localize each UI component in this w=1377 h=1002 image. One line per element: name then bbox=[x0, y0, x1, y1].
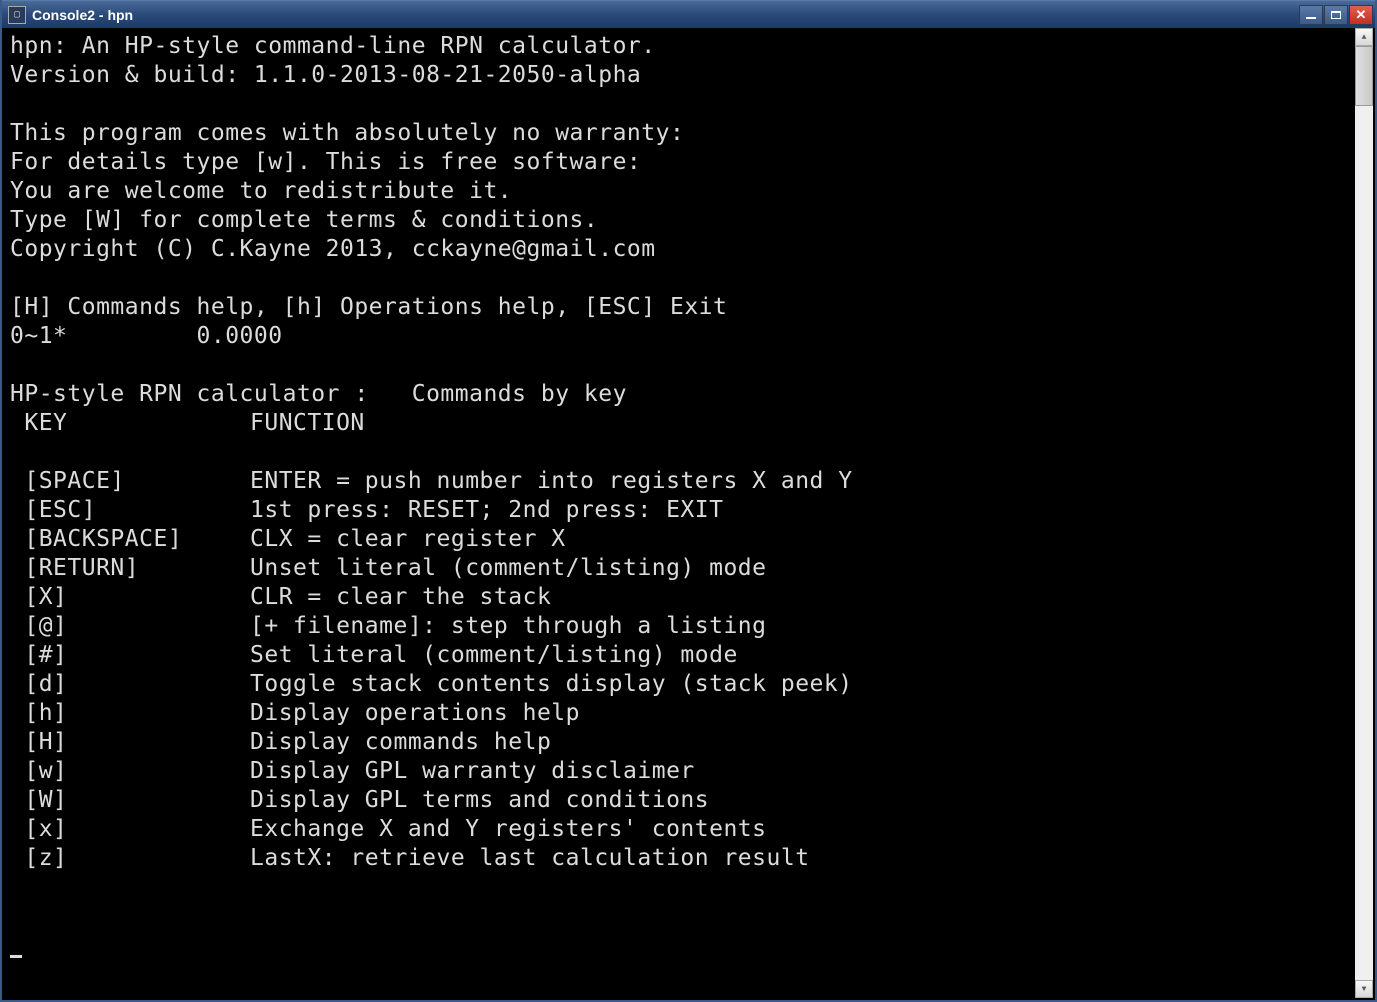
command-key: [H] bbox=[10, 728, 250, 757]
command-row: [h]Display operations help bbox=[10, 699, 1349, 728]
stack-display: 0~1* 0.0000 bbox=[10, 323, 283, 349]
command-row: [RETURN]Unset literal (comment/listing) … bbox=[10, 554, 1349, 583]
maximize-icon bbox=[1331, 11, 1341, 19]
command-key: [SPACE] bbox=[10, 467, 250, 496]
command-function: Display operations help bbox=[250, 700, 580, 726]
command-function: 1st press: RESET; 2nd press: EXIT bbox=[250, 497, 723, 523]
command-row: [ESC]1st press: RESET; 2nd press: EXIT bbox=[10, 496, 1349, 525]
command-function: Display GPL warranty disclaimer bbox=[250, 758, 695, 784]
command-row: [d]Toggle stack contents display (stack … bbox=[10, 670, 1349, 699]
command-key: [X] bbox=[10, 583, 250, 612]
command-row: [W]Display GPL terms and conditions bbox=[10, 786, 1349, 815]
vertical-scrollbar[interactable]: ▲ ▼ bbox=[1355, 28, 1373, 998]
command-function: CLX = clear register X bbox=[250, 526, 566, 552]
command-key: [#] bbox=[10, 641, 250, 670]
command-row: [z]LastX: retrieve last calculation resu… bbox=[10, 844, 1349, 873]
copyright-line: Copyright (C) C.Kayne 2013, cckayne@gmai… bbox=[10, 236, 656, 262]
scrollbar-track[interactable] bbox=[1355, 46, 1373, 980]
command-row: [w]Display GPL warranty disclaimer bbox=[10, 757, 1349, 786]
command-key: [w] bbox=[10, 757, 250, 786]
command-row: [@][+ filename]: step through a listing bbox=[10, 612, 1349, 641]
command-function: Display commands help bbox=[250, 729, 551, 755]
command-function: Unset literal (comment/listing) mode bbox=[250, 555, 767, 581]
app-icon: ▢ bbox=[8, 6, 26, 24]
window-controls: ✕ bbox=[1298, 5, 1373, 25]
command-function: [+ filename]: step through a listing bbox=[250, 613, 767, 639]
command-function: Set literal (comment/listing) mode bbox=[250, 642, 738, 668]
command-function: LastX: retrieve last calculation result bbox=[250, 845, 810, 871]
intro-line-1: hpn: An HP-style command-line RPN calcul… bbox=[10, 33, 656, 59]
command-key: [x] bbox=[10, 815, 250, 844]
command-key: [@] bbox=[10, 612, 250, 641]
command-key: [h] bbox=[10, 699, 250, 728]
command-key: [d] bbox=[10, 670, 250, 699]
scroll-up-button[interactable]: ▲ bbox=[1355, 28, 1373, 46]
command-function: Toggle stack contents display (stack pee… bbox=[250, 671, 853, 697]
warranty-line-1: This program comes with absolutely no wa… bbox=[10, 120, 684, 146]
scrollbar-thumb[interactable] bbox=[1355, 46, 1373, 106]
terminal-cursor bbox=[10, 955, 22, 958]
command-row: [BACKSPACE]CLX = clear register X bbox=[10, 525, 1349, 554]
close-button[interactable]: ✕ bbox=[1349, 5, 1373, 25]
section-header: HP-style RPN calculator : Commands by ke… bbox=[10, 381, 627, 407]
warranty-line-3: You are welcome to redistribute it. bbox=[10, 178, 512, 204]
command-key: [z] bbox=[10, 844, 250, 873]
warranty-line-2: For details type [w]. This is free softw… bbox=[10, 149, 641, 175]
warranty-line-4: Type [W] for complete terms & conditions… bbox=[10, 207, 598, 233]
scroll-down-button[interactable]: ▼ bbox=[1355, 980, 1373, 998]
command-row: [SPACE]ENTER = push number into register… bbox=[10, 467, 1349, 496]
intro-line-2: Version & build: 1.1.0-2013-08-21-2050-a… bbox=[10, 62, 641, 88]
command-row: [x]Exchange X and Y registers' contents bbox=[10, 815, 1349, 844]
command-row: [#]Set literal (comment/listing) mode bbox=[10, 641, 1349, 670]
terminal-output[interactable]: hpn: An HP-style command-line RPN calcul… bbox=[4, 28, 1355, 998]
command-function: Exchange X and Y registers' contents bbox=[250, 816, 767, 842]
column-header-function: FUNCTION bbox=[250, 410, 365, 436]
minimize-icon bbox=[1306, 17, 1316, 19]
command-key: [ESC] bbox=[10, 496, 250, 525]
help-hint-line: [H] Commands help, [h] Operations help, … bbox=[10, 294, 727, 320]
app-window: ▢ Console2 - hpn ✕ hpn: An HP-style comm… bbox=[0, 0, 1377, 1002]
command-function: CLR = clear the stack bbox=[250, 584, 551, 610]
command-key: [RETURN] bbox=[10, 554, 250, 583]
command-function: ENTER = push number into registers X and… bbox=[250, 468, 853, 494]
maximize-button[interactable] bbox=[1324, 5, 1348, 25]
titlebar[interactable]: ▢ Console2 - hpn ✕ bbox=[2, 0, 1375, 28]
close-icon: ✕ bbox=[1356, 7, 1367, 23]
command-key: [W] bbox=[10, 786, 250, 815]
command-row: [H]Display commands help bbox=[10, 728, 1349, 757]
minimize-button[interactable] bbox=[1299, 5, 1323, 25]
column-header-key: KEY bbox=[10, 409, 250, 438]
command-list: [SPACE]ENTER = push number into register… bbox=[10, 467, 1349, 873]
command-row: [X]CLR = clear the stack bbox=[10, 583, 1349, 612]
command-function: Display GPL terms and conditions bbox=[250, 787, 709, 813]
command-key: [BACKSPACE] bbox=[10, 525, 250, 554]
window-title: Console2 - hpn bbox=[30, 7, 1298, 23]
